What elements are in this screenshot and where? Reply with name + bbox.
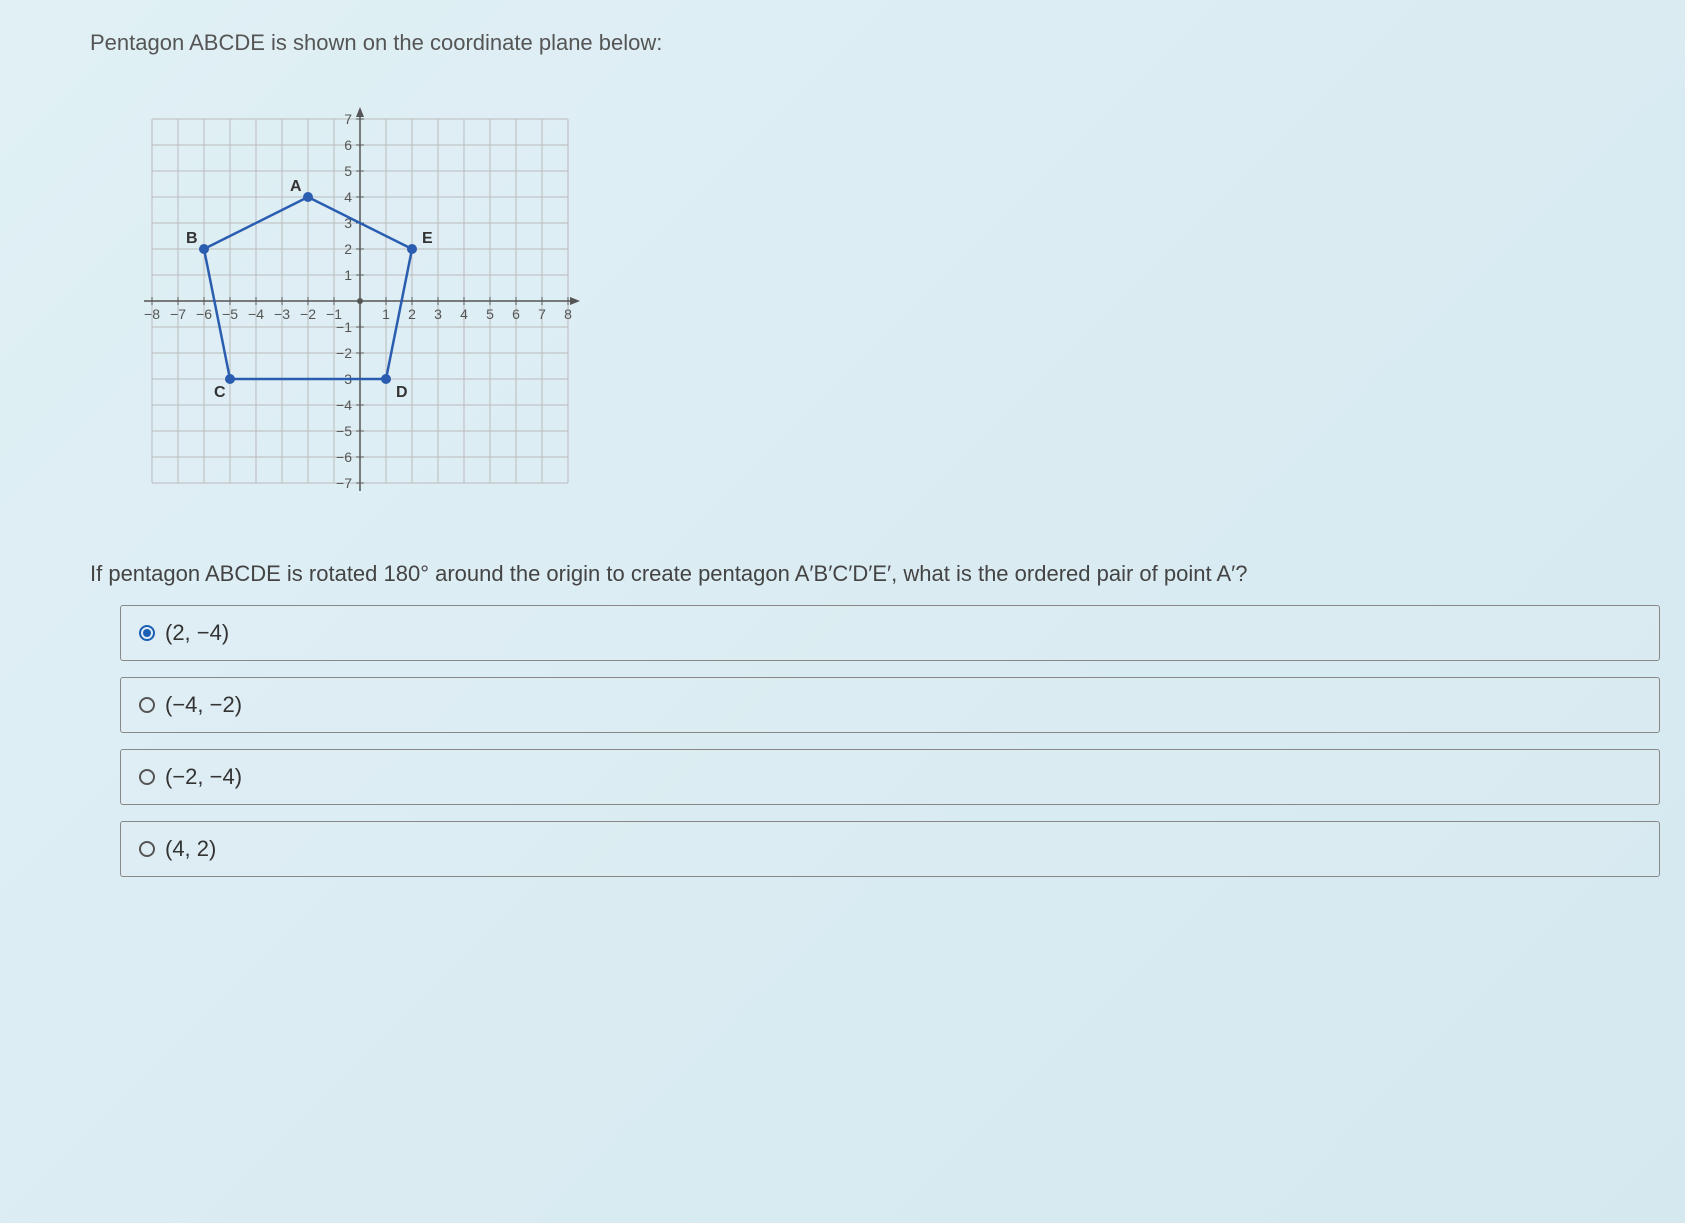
svg-text:−8: −8 xyxy=(144,306,160,322)
svg-text:2: 2 xyxy=(344,241,352,257)
svg-text:E: E xyxy=(422,230,433,247)
svg-text:−6: −6 xyxy=(336,449,352,465)
option-c[interactable]: (−2, −4) xyxy=(120,749,1660,805)
svg-text:4: 4 xyxy=(344,189,352,205)
svg-text:2: 2 xyxy=(408,306,416,322)
svg-text:−5: −5 xyxy=(222,306,238,322)
svg-text:6: 6 xyxy=(512,306,520,322)
svg-text:7: 7 xyxy=(538,306,546,322)
svg-text:−5: −5 xyxy=(336,423,352,439)
option-a[interactable]: (2, −4) xyxy=(120,605,1660,661)
option-b[interactable]: (−4, −2) xyxy=(120,677,1660,733)
svg-text:7: 7 xyxy=(344,111,352,127)
option-label: (2, −4) xyxy=(165,620,229,646)
radio-icon xyxy=(139,697,155,713)
answer-options: (2, −4) (−4, −2) (−2, −4) (4, 2) xyxy=(120,605,1665,877)
question-text: If pentagon ABCDE is rotated 180° around… xyxy=(90,561,1665,587)
radio-icon xyxy=(139,841,155,857)
svg-text:1: 1 xyxy=(344,267,352,283)
radio-icon xyxy=(139,769,155,785)
svg-text:−4: −4 xyxy=(336,397,352,413)
svg-text:−7: −7 xyxy=(170,306,186,322)
option-label: (−2, −4) xyxy=(165,764,242,790)
svg-text:−2: −2 xyxy=(300,306,316,322)
svg-text:8: 8 xyxy=(564,306,572,322)
option-label: (−4, −2) xyxy=(165,692,242,718)
svg-text:5: 5 xyxy=(486,306,494,322)
svg-text:1: 1 xyxy=(382,306,390,322)
svg-text:3: 3 xyxy=(434,306,442,322)
svg-text:−2: −2 xyxy=(336,345,352,361)
svg-text:C: C xyxy=(214,384,226,401)
option-label: (4, 2) xyxy=(165,836,216,862)
svg-text:−4: −4 xyxy=(248,306,264,322)
radio-icon xyxy=(139,625,155,641)
svg-text:A: A xyxy=(290,178,302,195)
svg-text:−6: −6 xyxy=(196,306,212,322)
option-d[interactable]: (4, 2) xyxy=(120,821,1660,877)
svg-text:−1: −1 xyxy=(336,319,352,335)
question-intro: Pentagon ABCDE is shown on the coordinat… xyxy=(90,30,1665,56)
svg-text:4: 4 xyxy=(460,306,468,322)
svg-text:5: 5 xyxy=(344,163,352,179)
svg-text:D: D xyxy=(396,384,408,401)
coordinate-graph: −8−7−6−5−4−3−2−112345678−7−6−5−4−3−2−112… xyxy=(120,86,1665,521)
svg-text:−7: −7 xyxy=(336,475,352,491)
svg-text:−3: −3 xyxy=(274,306,290,322)
svg-text:B: B xyxy=(186,230,198,247)
svg-text:6: 6 xyxy=(344,137,352,153)
